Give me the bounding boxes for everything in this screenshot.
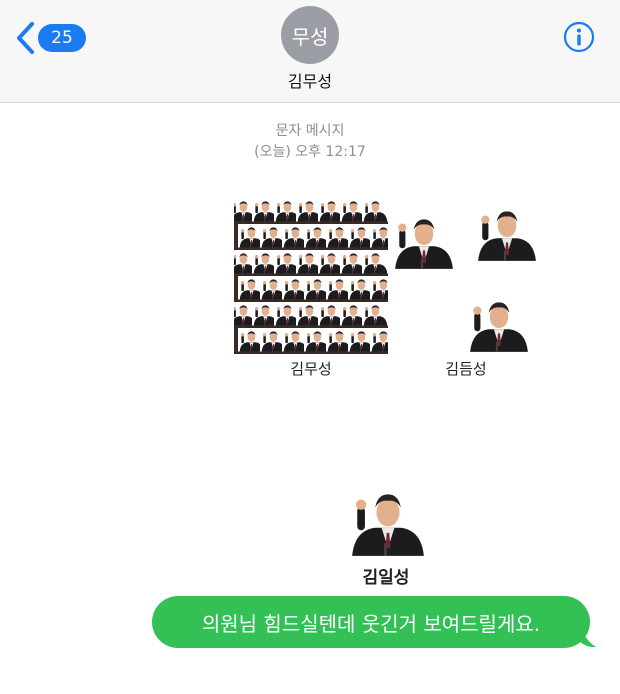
info-icon[interactable] [563,21,595,53]
contact-name[interactable]: 김무성 [0,68,620,92]
collage-figure [362,201,388,222]
message-timestamp: (오늘) 오후 12:17 [254,144,366,160]
unread-count-badge: 25 [38,24,86,52]
collage-figure [370,224,388,248]
collage-figure [370,328,388,352]
meme-figure-image[interactable] [466,291,532,355]
collage-figure [362,302,388,326]
contact-avatar[interactable]: 무성 [281,6,339,64]
meme-collage-image[interactable] [234,201,388,354]
chevron-left-icon [17,22,34,54]
sent-message-bubble[interactable]: 의원님 힘드실텐데 웃긴거 보여드릴게요. [152,596,590,648]
nav-header: 25 무성 김무성 [0,0,620,103]
meme-figure-image[interactable] [474,200,540,264]
back-button[interactable]: 25 [14,20,86,56]
caption-kim-moosung: 김무성 [290,360,332,378]
meme-figure-image[interactable] [391,208,457,272]
caption-kim-deumsung: 김듬성 [445,360,487,378]
meme-figure-image[interactable] [347,483,429,557]
caption-kim-ilsung: 김일성 [362,568,410,588]
collage-figure [362,250,388,274]
collage-figure [370,276,388,300]
service-label: 문자 메시지 [275,123,345,139]
